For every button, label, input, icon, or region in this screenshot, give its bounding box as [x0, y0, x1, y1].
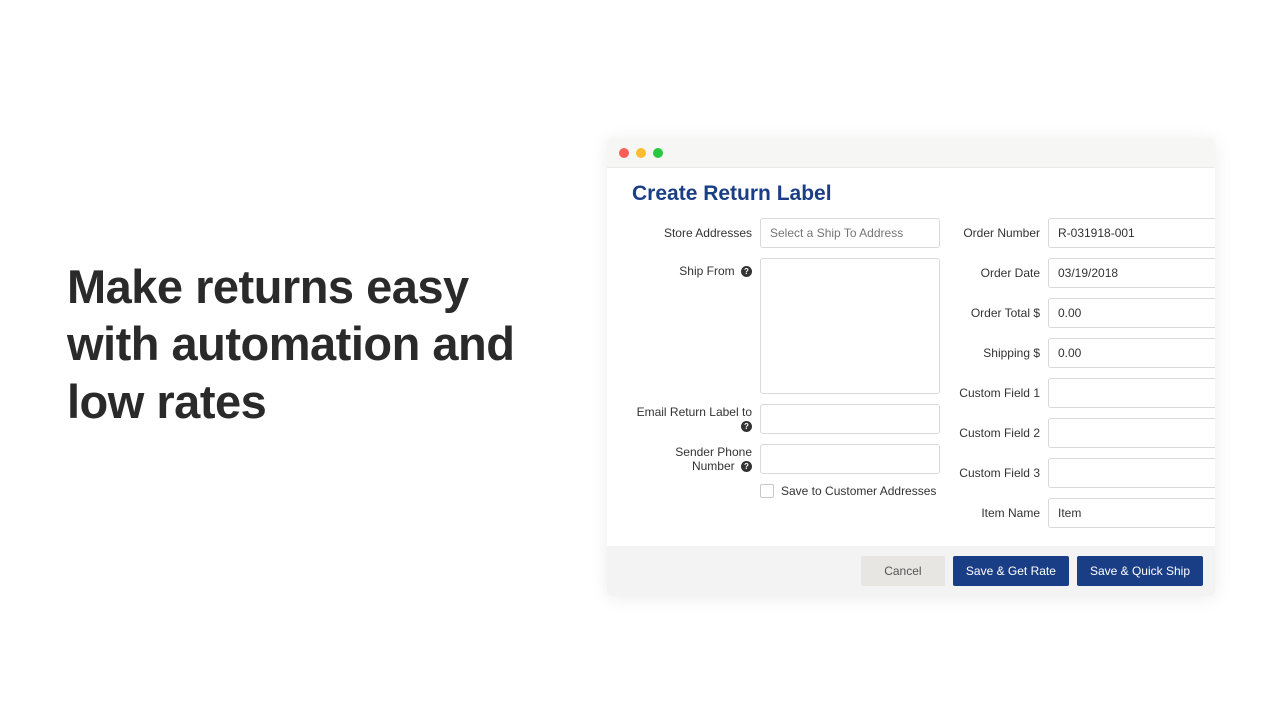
form-title: Create Return Label — [632, 182, 1190, 206]
shipping-input[interactable] — [1048, 338, 1215, 368]
custom1-input[interactable] — [1048, 378, 1215, 408]
ship-from-input[interactable] — [760, 258, 940, 394]
sender-phone-label: Sender Phone Number ? — [632, 445, 760, 473]
help-icon[interactable]: ? — [741, 266, 752, 277]
minimize-icon[interactable] — [636, 148, 646, 158]
right-column: Order Number Order Date Order Total $ Sh… — [958, 218, 1215, 538]
custom2-input[interactable] — [1048, 418, 1215, 448]
custom1-label: Custom Field 1 — [958, 386, 1048, 400]
help-icon[interactable]: ? — [741, 421, 752, 432]
store-addresses-label: Store Addresses — [632, 226, 760, 240]
order-total-input[interactable] — [1048, 298, 1215, 328]
email-return-label: Email Return Label to ? — [632, 405, 760, 433]
save-to-addresses-label: Save to Customer Addresses — [781, 484, 936, 498]
order-number-label: Order Number — [958, 226, 1048, 240]
ship-from-label: Ship From ? — [632, 258, 760, 278]
save-get-rate-button[interactable]: Save & Get Rate — [953, 556, 1069, 586]
custom3-input[interactable] — [1048, 458, 1215, 488]
save-to-addresses-checkbox[interactable] — [760, 484, 774, 498]
order-total-label: Order Total $ — [958, 306, 1048, 320]
sender-phone-input[interactable] — [760, 444, 940, 474]
item-name-label: Item Name — [958, 506, 1048, 520]
app-window: Create Return Label Store Addresses Ship… — [607, 138, 1215, 596]
order-date-label: Order Date — [958, 266, 1048, 280]
close-icon[interactable] — [619, 148, 629, 158]
email-return-input[interactable] — [760, 404, 940, 434]
maximize-icon[interactable] — [653, 148, 663, 158]
left-column: Store Addresses Ship From ? Email Return… — [632, 218, 940, 538]
item-name-input[interactable] — [1048, 498, 1215, 528]
form-footer: Cancel Save & Get Rate Save & Quick Ship — [607, 546, 1215, 596]
custom3-label: Custom Field 3 — [958, 466, 1048, 480]
shipping-label: Shipping $ — [958, 346, 1048, 360]
save-quick-ship-button[interactable]: Save & Quick Ship — [1077, 556, 1203, 586]
help-icon[interactable]: ? — [741, 461, 752, 472]
cancel-button[interactable]: Cancel — [861, 556, 945, 586]
order-number-input[interactable] — [1048, 218, 1215, 248]
order-date-input[interactable] — [1048, 258, 1215, 288]
marketing-headline: Make returns easy with automation and lo… — [67, 258, 527, 430]
form-content: Create Return Label Store Addresses Ship… — [607, 168, 1215, 538]
custom2-label: Custom Field 2 — [958, 426, 1048, 440]
window-titlebar — [607, 138, 1215, 168]
save-to-addresses-row: Save to Customer Addresses — [632, 484, 940, 498]
store-addresses-select[interactable] — [760, 218, 940, 248]
